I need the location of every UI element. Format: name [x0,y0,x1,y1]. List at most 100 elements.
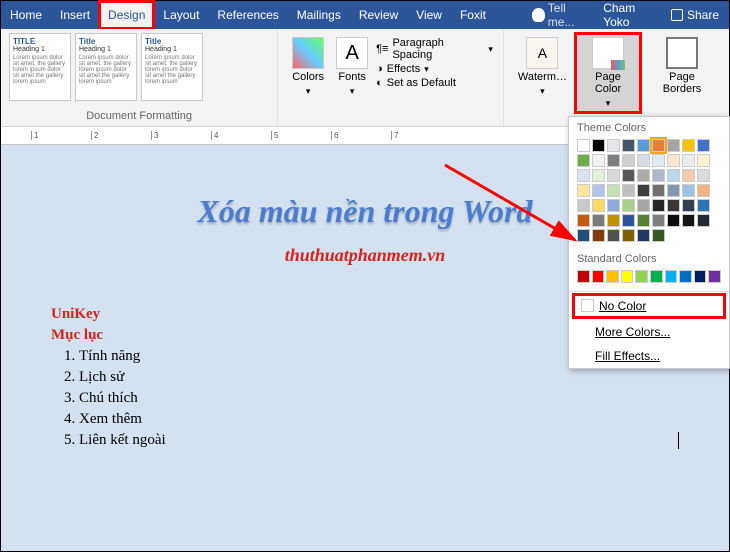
theme-swatch[interactable] [667,184,680,197]
tab-design[interactable]: Design [99,1,154,29]
no-color-item[interactable]: No Color [573,294,725,318]
theme-thumb[interactable]: TitleHeading 1Lorem ipsum dolor sit amet… [141,33,203,101]
theme-swatch[interactable] [652,139,665,152]
standard-swatch[interactable] [694,270,707,283]
theme-swatch[interactable] [697,214,710,227]
theme-swatch[interactable] [607,214,620,227]
paragraph-spacing-button[interactable]: ¶≡Paragraph Spacing ▾ [376,37,493,61]
theme-swatch[interactable] [622,184,635,197]
theme-swatch[interactable] [592,199,605,212]
theme-swatch[interactable] [637,169,650,182]
theme-swatch[interactable] [667,214,680,227]
fonts-button[interactable]: AFonts▾ [330,33,374,101]
tell-me[interactable]: Tell me... [532,1,591,29]
theme-swatch[interactable] [577,214,590,227]
standard-swatch[interactable] [621,270,634,283]
tab-review[interactable]: Review [350,1,407,29]
theme-swatch[interactable] [622,229,635,242]
theme-swatch[interactable] [607,184,620,197]
theme-swatch[interactable] [592,184,605,197]
theme-swatch[interactable] [697,199,710,212]
theme-swatch[interactable] [592,139,605,152]
theme-swatch[interactable] [637,199,650,212]
tab-foxit-reader-pdf[interactable]: Foxit Reader PDF [451,1,532,29]
theme-swatch[interactable] [667,139,680,152]
theme-swatch[interactable] [682,184,695,197]
page-borders-button[interactable]: Page Borders [643,33,721,113]
theme-swatch[interactable] [652,214,665,227]
theme-swatch[interactable] [652,199,665,212]
standard-swatch[interactable] [635,270,648,283]
colors-button[interactable]: Colors▾ [286,33,330,101]
fill-effects-item[interactable]: Fill Effects... [569,344,729,368]
tab-home[interactable]: Home [1,1,51,29]
theme-swatch[interactable] [697,139,710,152]
theme-swatch[interactable] [577,199,590,212]
standard-swatch[interactable] [679,270,692,283]
theme-swatch[interactable] [652,184,665,197]
tab-mailings[interactable]: Mailings [288,1,350,29]
theme-swatch[interactable] [577,154,590,167]
theme-swatch[interactable] [697,184,710,197]
share-button[interactable]: Share [671,8,719,22]
theme-swatch[interactable] [607,169,620,182]
standard-swatch[interactable] [606,270,619,283]
effects-icon: ◑ [376,63,383,75]
theme-swatch[interactable] [652,154,665,167]
theme-thumb[interactable]: TitleHeading 1Lorem ipsum dolor sit amet… [75,33,137,101]
theme-swatch[interactable] [637,229,650,242]
page-color-icon [592,37,624,69]
theme-swatch[interactable] [682,139,695,152]
theme-swatch[interactable] [607,139,620,152]
watermark-button[interactable]: AWaterm…▾ [512,33,573,113]
theme-swatch[interactable] [577,169,590,182]
theme-swatch[interactable] [592,169,605,182]
standard-swatch[interactable] [650,270,663,283]
theme-swatch[interactable] [697,154,710,167]
theme-swatch[interactable] [577,184,590,197]
theme-swatch[interactable] [682,199,695,212]
tab-insert[interactable]: Insert [51,1,99,29]
standard-swatch[interactable] [592,270,605,283]
theme-swatch[interactable] [622,154,635,167]
theme-swatch[interactable] [637,139,650,152]
theme-swatch[interactable] [682,169,695,182]
theme-swatch[interactable] [607,154,620,167]
theme-swatch[interactable] [682,154,695,167]
tab-layout[interactable]: Layout [154,1,208,29]
theme-swatch[interactable] [637,154,650,167]
theme-swatch[interactable] [682,214,695,227]
theme-swatch[interactable] [592,214,605,227]
theme-swatch[interactable] [577,229,590,242]
theme-swatch[interactable] [622,169,635,182]
tab-view[interactable]: View [407,1,451,29]
theme-swatch[interactable] [637,214,650,227]
theme-swatch[interactable] [577,139,590,152]
set-default-button[interactable]: ◐Set as Default [376,77,493,89]
theme-swatch[interactable] [637,184,650,197]
theme-swatch[interactable] [607,229,620,242]
page-color-dropdown: Theme Colors Standard Colors No Color Mo… [568,116,730,369]
theme-swatch[interactable] [667,169,680,182]
theme-swatch[interactable] [622,199,635,212]
standard-swatch[interactable] [665,270,678,283]
effects-button[interactable]: ◑Effects ▾ [376,63,493,75]
titlebar-right: Tell me... Cham Yoko Share [532,1,729,29]
theme-swatch[interactable] [667,199,680,212]
theme-swatch[interactable] [622,214,635,227]
theme-swatch[interactable] [622,139,635,152]
user-name[interactable]: Cham Yoko [603,1,659,29]
theme-swatch[interactable] [607,199,620,212]
more-colors-item[interactable]: More Colors... [569,320,729,344]
theme-swatch[interactable] [592,229,605,242]
theme-swatch[interactable] [652,169,665,182]
theme-swatch[interactable] [652,229,665,242]
tab-references[interactable]: References [208,1,287,29]
theme-thumb[interactable]: TITLEHeading 1Lorem ipsum dolor sit amet… [9,33,71,101]
standard-swatch[interactable] [708,270,721,283]
standard-swatch[interactable] [577,270,590,283]
theme-swatch[interactable] [667,154,680,167]
theme-swatch[interactable] [592,154,605,167]
theme-swatch[interactable] [697,169,710,182]
page-color-button[interactable]: Page Color▾ [575,33,641,113]
